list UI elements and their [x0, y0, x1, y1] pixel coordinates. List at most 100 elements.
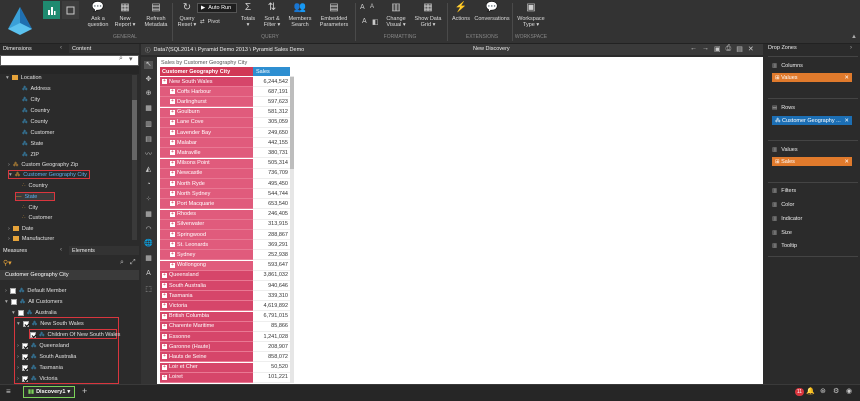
chevron-right-icon[interactable]: ›: [850, 45, 852, 51]
row-member-cell[interactable]: + Victoria: [160, 301, 253, 312]
print-icon[interactable]: ⎙: [726, 45, 732, 53]
conversations-button[interactable]: 💬 Conversations: [474, 2, 510, 23]
row-member-cell[interactable]: + Rhodes: [160, 209, 253, 220]
query-reset-button[interactable]: ↻ Query Reset ▾: [175, 2, 199, 29]
row-member-cell[interactable]: + Coffs Harbour: [160, 87, 253, 98]
font-size-down-icon[interactable]: A: [370, 4, 374, 10]
tab-elements[interactable]: Elements: [69, 246, 139, 255]
table-row[interactable]: + Sydney 252,938: [160, 250, 290, 261]
row-member-cell[interactable]: + Goulburn: [160, 107, 253, 118]
expand-icon[interactable]: +: [170, 130, 175, 135]
export-icon[interactable]: ▤: [736, 45, 743, 53]
checkbox[interactable]: [21, 364, 28, 371]
expand-icon[interactable]: +: [170, 89, 175, 95]
font-size-up-icon[interactable]: A: [360, 4, 365, 11]
sales-value-cell[interactable]: 369,291: [253, 240, 290, 251]
tree-node-manufacturer[interactable]: › Manufacturer: [8, 234, 54, 243]
totals-button[interactable]: Σ Totals ▾: [238, 2, 258, 29]
sales-value-cell[interactable]: 442,155: [253, 138, 290, 149]
expand-icon[interactable]: +: [170, 191, 175, 197]
row-member-cell[interactable]: + Essonne: [160, 332, 253, 342]
settings-icon[interactable]: ⚙: [833, 387, 839, 395]
checkbox[interactable]: [30, 331, 36, 338]
info-icon[interactable]: ⓘ: [145, 46, 151, 54]
expand-icon[interactable]: +: [162, 79, 167, 84]
sales-value-cell[interactable]: 736,709: [253, 168, 290, 179]
notification-badge[interactable]: 11: [795, 388, 804, 396]
sales-value-cell[interactable]: 208,907: [253, 342, 290, 353]
tree-node-country[interactable]: ⁂ Country: [22, 106, 50, 115]
table-row[interactable]: + Garonne (Haute) 208,907: [160, 342, 290, 353]
table-row[interactable]: + Hauts de Seine 858,072: [160, 352, 290, 363]
expand-icon[interactable]: +: [162, 374, 167, 380]
expand-icon[interactable]: +: [162, 313, 167, 319]
tree-node-address[interactable]: ⁂ Address: [22, 84, 51, 93]
row-member-cell[interactable]: + North Ryde: [160, 179, 253, 189]
table-row[interactable]: + Lane Cove 305,059: [160, 117, 290, 128]
zone-indicator[interactable]: ▥ Indicator: [772, 216, 802, 222]
tab-discovery1[interactable]: ▮▮ Discovery1 ▾: [23, 386, 75, 398]
sales-value-cell[interactable]: 6,791,015: [253, 311, 290, 322]
font-color-icon[interactable]: A: [362, 18, 367, 25]
close-icon[interactable]: ✕: [748, 45, 754, 53]
dimension-scroll-thumb[interactable]: [132, 100, 137, 160]
checkbox[interactable]: [21, 353, 28, 360]
sales-value-cell[interactable]: 380,731: [253, 148, 290, 159]
row-member-cell[interactable]: + Silverwater: [160, 219, 253, 230]
checkbox[interactable]: [9, 287, 16, 294]
expand-icon[interactable]: +: [162, 283, 167, 288]
chevron-left-icon[interactable]: ‹: [60, 45, 62, 51]
expand-icon[interactable]: +: [170, 160, 175, 166]
search-icon[interactable]: ⌕: [120, 259, 124, 267]
table-row[interactable]: + Milsons Point 505,314: [160, 158, 290, 169]
filter-tool-icon[interactable]: ⊕: [144, 90, 153, 98]
workspace-type-button[interactable]: ▣ Workspace Type ▾: [515, 2, 547, 29]
sales-value-cell[interactable]: 544,744: [253, 189, 290, 200]
expand-icon[interactable]: +: [162, 303, 167, 309]
zone-color[interactable]: ▥ Color: [772, 202, 794, 208]
expand-icon[interactable]: +: [162, 334, 167, 339]
table-row[interactable]: + Newcastle 736,709: [160, 168, 290, 179]
add-tab-button[interactable]: +: [82, 386, 87, 396]
expand-icon[interactable]: +: [170, 242, 175, 248]
tree-node-state[interactable]: ⁂ State: [22, 139, 43, 148]
row-member-cell[interactable]: + Lane Cove: [160, 117, 253, 128]
scatter-visual-icon[interactable]: ⁘: [144, 196, 153, 204]
row-member-cell[interactable]: + Malabar: [160, 138, 253, 149]
table-row[interactable]: + Coffs Harbour 687,191: [160, 87, 290, 98]
menu-icon[interactable]: ≡: [6, 387, 11, 396]
expand-icon[interactable]: +: [170, 140, 175, 146]
sales-value-cell[interactable]: 252,938: [253, 250, 290, 261]
row-member-cell[interactable]: + Garonne (Haute): [160, 342, 253, 353]
search-icon[interactable]: ⌕: [119, 55, 123, 63]
values-chip-sales[interactable]: ⊞ Sales ✕: [772, 157, 852, 166]
table-row[interactable]: + St. Leonards 369,291: [160, 240, 290, 251]
sales-value-cell[interactable]: 339,310: [253, 291, 290, 302]
map-visual-icon[interactable]: 🌐: [144, 240, 153, 248]
tree-node-location[interactable]: ▾ Location: [6, 73, 42, 82]
members-search-button[interactable]: 👥 Members Search: [287, 2, 313, 29]
tree-visual-icon[interactable]: ▦: [144, 211, 153, 219]
row-member-cell[interactable]: + British Columbia: [160, 311, 253, 322]
pyramid-logo-icon[interactable]: [6, 5, 34, 37]
table-row[interactable]: + New South Wales 6,244,542: [160, 77, 290, 87]
expand-icon[interactable]: +: [170, 181, 175, 186]
sales-value-cell[interactable]: 593,647: [253, 260, 290, 271]
kpi-visual-icon[interactable]: ▦: [144, 255, 153, 263]
tree-node-city[interactable]: ⁂ City: [22, 95, 40, 104]
expand-icon[interactable]: +: [170, 221, 175, 227]
change-visual-button[interactable]: ▥ Change Visual ▾: [384, 2, 408, 29]
sales-value-cell[interactable]: 249,650: [253, 128, 290, 138]
actions-button[interactable]: ⚡ Actions: [450, 2, 472, 23]
custom-visual-icon[interactable]: ⬚: [144, 286, 153, 294]
expand-icon[interactable]: +: [162, 364, 167, 370]
gauge-visual-icon[interactable]: ◠: [144, 226, 153, 234]
table-row[interactable]: + North Sydney 544,744: [160, 189, 290, 200]
drill-tool-icon[interactable]: ✥: [144, 76, 153, 84]
row-member-cell[interactable]: + South Australia: [160, 281, 253, 291]
tree-node-zip[interactable]: ⁂ ZIP: [22, 150, 39, 159]
forward-icon[interactable]: →: [702, 45, 709, 53]
sales-value-cell[interactable]: 940,646: [253, 281, 290, 291]
row-member-cell[interactable]: + Darlinghurst: [160, 97, 253, 108]
table-row[interactable]: + Darlinghurst 597,623: [160, 97, 290, 108]
